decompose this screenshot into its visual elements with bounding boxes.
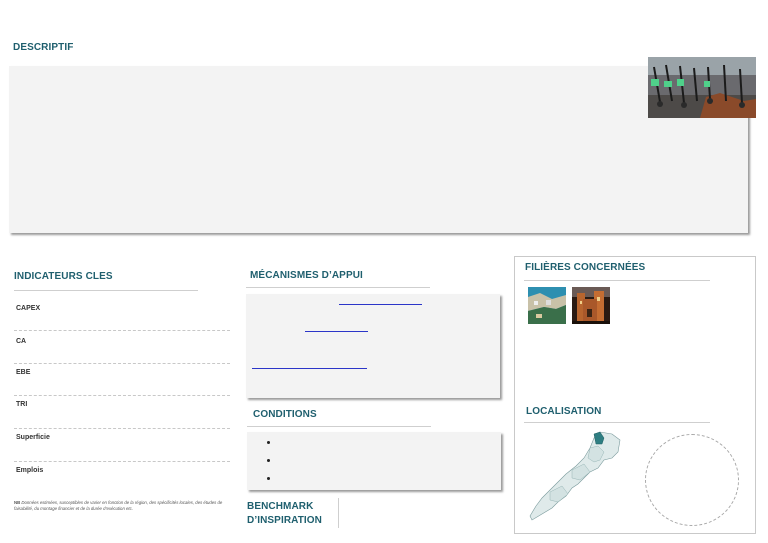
conditions-title: CONDITIONS bbox=[253, 409, 317, 420]
condition-bullet bbox=[267, 477, 270, 480]
descriptif-panel bbox=[9, 66, 748, 233]
coastal-photo-image bbox=[528, 287, 566, 324]
mecanisme-link-1[interactable] bbox=[339, 304, 422, 305]
indicator-capex: CAPEX bbox=[16, 305, 41, 312]
filiere-kasbah-photo bbox=[572, 287, 610, 324]
morocco-map bbox=[528, 430, 622, 522]
benchmark-title: BENCHMARK D’INSPIRATION bbox=[247, 500, 322, 528]
morocco-map-image bbox=[529, 431, 621, 521]
localisation-title: LOCALISATION bbox=[526, 406, 602, 417]
benchmark-title-line2: D’INSPIRATION bbox=[247, 515, 323, 526]
indicateurs-title: INDICATEURS CLES bbox=[14, 271, 113, 282]
filieres-rule bbox=[524, 280, 710, 281]
estimation-note: NB Données estimées, susceptibles de var… bbox=[14, 500, 242, 511]
note-text: Données estimées, susceptibles de varier… bbox=[14, 500, 223, 511]
indicator-emplois: Emplois bbox=[16, 467, 44, 474]
filieres-title: FILIÈRES CONCERNÉES bbox=[525, 262, 646, 273]
indicator-divider bbox=[14, 395, 230, 396]
indicator-ebe: EBE bbox=[16, 369, 31, 376]
mecanismes-rule bbox=[246, 287, 430, 288]
indicator-tri: TRI bbox=[16, 401, 28, 408]
indicateurs-rule bbox=[14, 290, 198, 291]
indicator-divider bbox=[14, 330, 230, 331]
mecanisme-link-3[interactable] bbox=[252, 368, 367, 369]
localisation-rule bbox=[524, 422, 710, 423]
indicator-divider bbox=[14, 428, 230, 429]
condition-bullet bbox=[267, 459, 270, 462]
indicator-divider bbox=[14, 363, 230, 364]
filiere-coastal-photo bbox=[528, 287, 566, 324]
descriptif-title: DESCRIPTIF bbox=[13, 42, 74, 53]
mecanismes-panel bbox=[246, 294, 500, 398]
note-prefix: NB bbox=[14, 500, 21, 505]
conditions-rule bbox=[247, 426, 431, 427]
conditions-panel bbox=[247, 432, 501, 490]
indicator-divider bbox=[14, 461, 230, 462]
mecanismes-title: MÉCANISMES D’APPUI bbox=[250, 270, 363, 281]
condition-bullet bbox=[267, 441, 270, 444]
scooters-photo-image bbox=[648, 57, 756, 118]
kasbah-photo-image bbox=[572, 287, 610, 324]
benchmark-divider bbox=[338, 498, 339, 528]
scooters-photo bbox=[648, 57, 756, 118]
mecanisme-link-2[interactable] bbox=[305, 331, 368, 332]
indicator-superficie: Superficie bbox=[16, 434, 50, 441]
benchmark-title-line1: BENCHMARK bbox=[247, 501, 314, 512]
location-circle bbox=[645, 434, 739, 526]
indicator-ca: CA bbox=[16, 338, 27, 345]
